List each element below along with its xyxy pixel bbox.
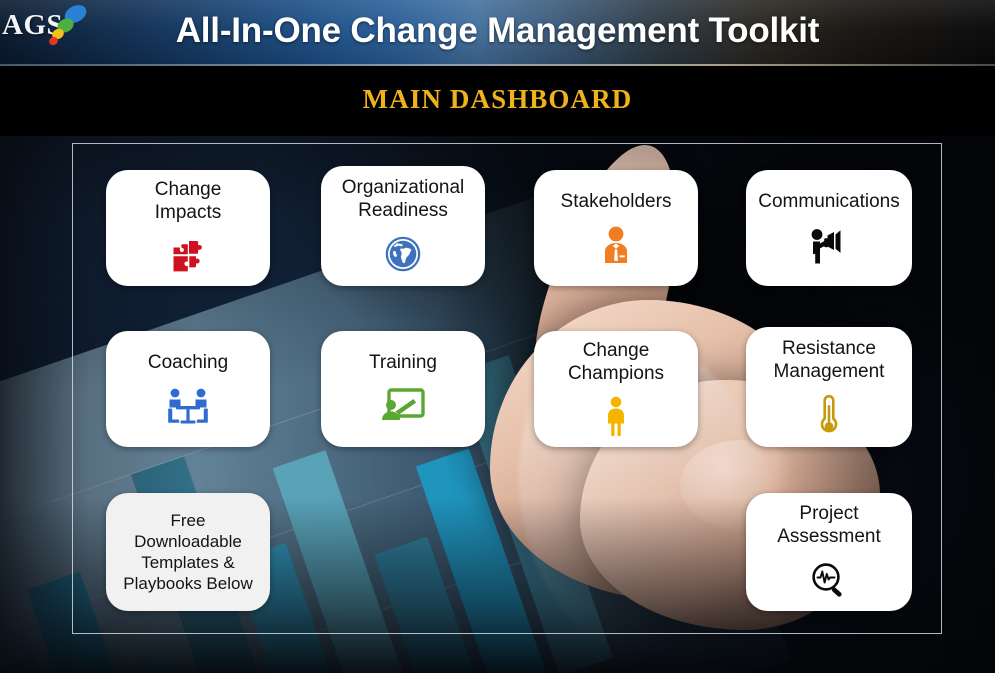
subtitle-band: MAIN DASHBOARD [0,66,995,136]
globe-icon [384,232,422,276]
presenter-board-icon [380,384,426,428]
card-resistance-management[interactable]: Resistance Management [746,327,912,447]
magnifier-pulse-icon [809,558,849,602]
card-label: Change Champions [567,340,665,384]
thermometer-icon [817,393,841,437]
megaphone-person-icon [807,223,851,267]
card-label: Change Impacts [154,179,222,223]
puzzle-piece-icon [168,234,208,278]
card-communications[interactable]: Communications [746,170,912,286]
card-label: Training [369,351,437,373]
person-icon [603,395,629,439]
card-project-assessment[interactable]: Project Assessment [746,493,912,611]
card-organizational-readiness[interactable]: Organizational Readiness [321,166,485,286]
businessperson-icon [598,223,634,267]
card-label: Project Assessment [777,503,881,547]
card-change-impacts[interactable]: Change Impacts [106,170,270,286]
card-label: Free Downloadable Templates & Playbooks … [123,511,253,593]
card-label: Organizational Readiness [341,177,465,221]
meeting-table-icon [165,384,211,428]
header-bar: AGS All-In-One Change Management Toolkit [0,0,995,64]
card-coaching[interactable]: Coaching [106,331,270,447]
card-training[interactable]: Training [321,331,485,447]
card-label: Resistance Management [773,338,885,382]
dashboard-screen: 10 11 12 13 AGS [0,0,995,673]
page-title: All-In-One Change Management Toolkit [175,11,820,50]
card-stakeholders[interactable]: Stakeholders [534,170,698,286]
card-label: Stakeholders [560,190,672,212]
card-label: Coaching [147,351,229,373]
card-change-champions[interactable]: Change Champions [534,331,698,447]
dashboard-subtitle: MAIN DASHBOARD [362,84,633,114]
card-free-downloadable-templates[interactable]: Free Downloadable Templates & Playbooks … [106,493,270,611]
card-label: Communications [758,190,900,212]
